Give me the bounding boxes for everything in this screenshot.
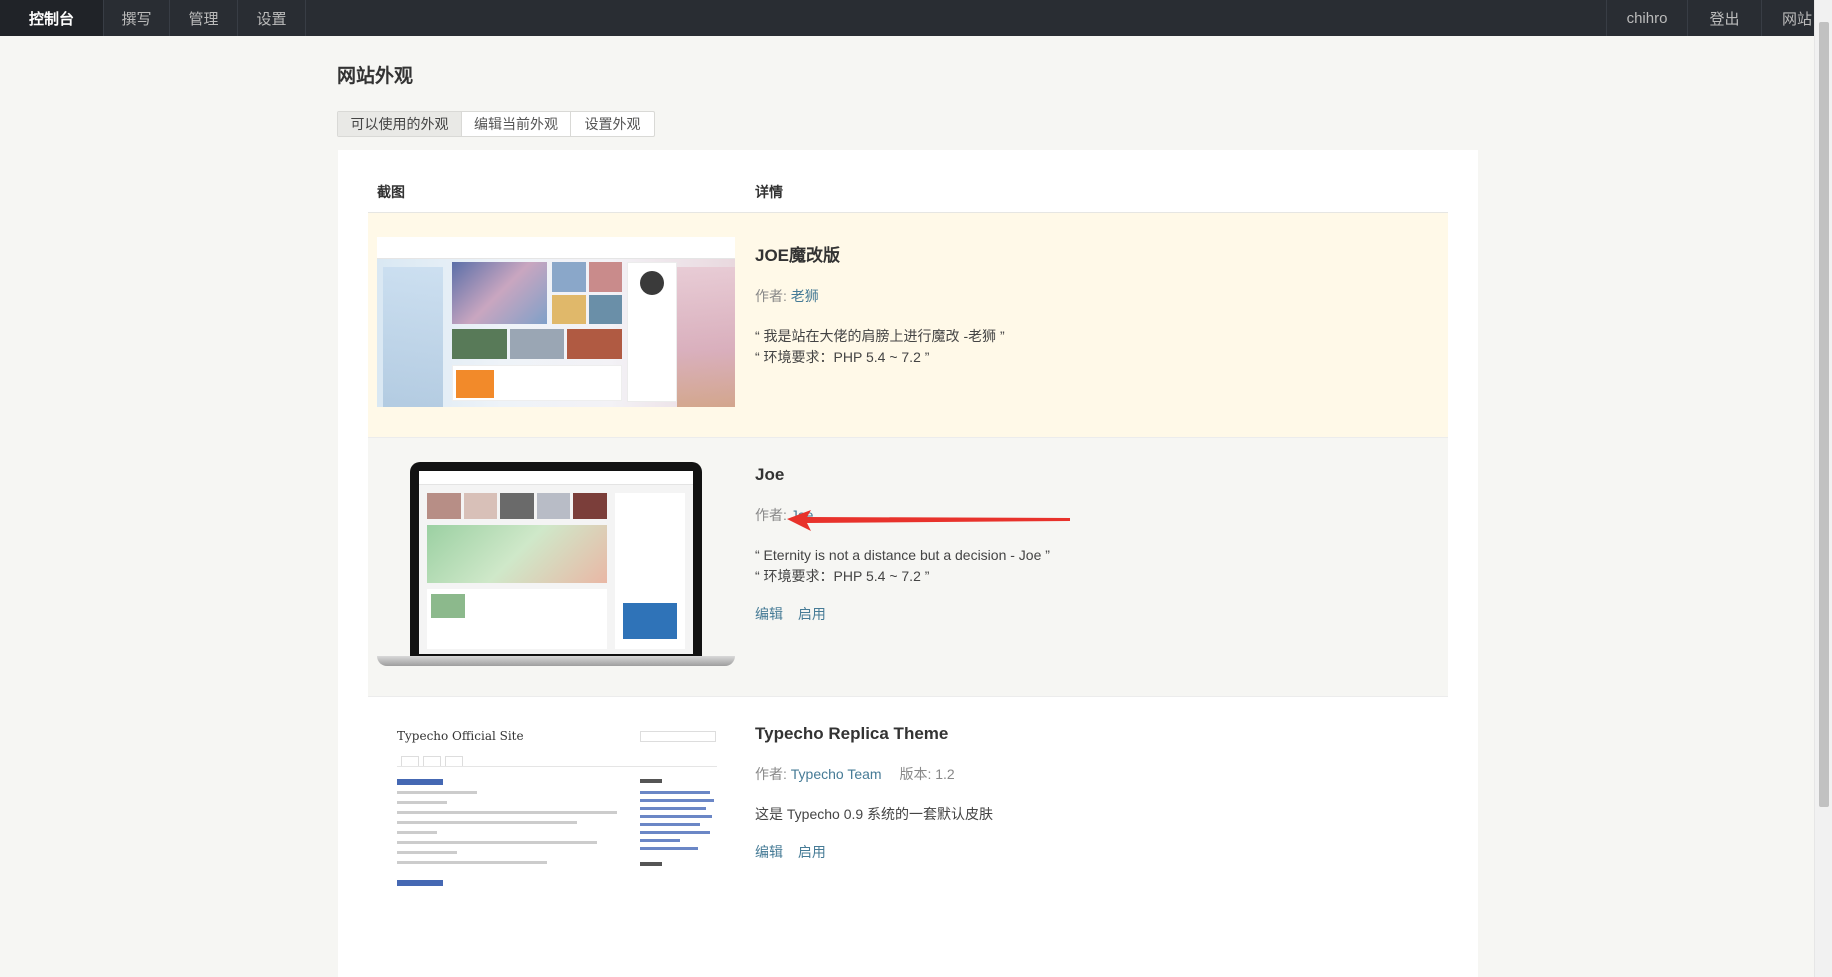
author-link[interactable]: Joe — [791, 507, 814, 523]
theme-row-current: JOE魔改版 作者: 老狮 “ 我是站在大佬的肩膀上进行魔改 -老狮 ” “ 环… — [368, 213, 1448, 437]
author-label: 作者: — [755, 766, 787, 782]
description-line: “ 我是站在大佬的肩膀上进行魔改 -老狮 ” — [755, 328, 1005, 344]
scrollbar-thumb[interactable] — [1819, 22, 1829, 807]
activate-theme-link[interactable]: 启用 — [798, 606, 826, 622]
theme-author: 作者: Joe — [755, 505, 1428, 525]
theme-author: 作者: Typecho Team 版本: 1.2 — [755, 764, 1428, 784]
themes-panel: 截图 详情 JOE魔改版 作者: 老狮 “ 我是站在大佬的肩膀上进行魔改 -老狮… — [338, 150, 1478, 977]
theme-row-joe: Joe 作者: Joe “ Eternity is not a distance… — [368, 437, 1448, 697]
theme-info: JOE魔改版 作者: 老狮 “ 我是站在大佬的肩膀上进行魔改 -老狮 ” “ 环… — [755, 241, 1428, 368]
theme-row-typecho-replica: Typecho Official Site Typecho Replica Th… — [368, 697, 1448, 977]
header-screenshot: 截图 — [377, 184, 405, 200]
nav-right: chihro 登出 网站 — [1606, 0, 1832, 36]
theme-name: JOE魔改版 — [755, 246, 841, 265]
description-line: 这是 Typecho 0.9 系统的一套默认皮肤 — [755, 806, 994, 822]
top-nav: 控制台 撰写 管理 设置 chihro 登出 网站 — [0, 0, 1832, 36]
nav-write[interactable]: 撰写 — [104, 0, 170, 36]
header-details: 详情 — [755, 184, 783, 200]
activate-theme-link[interactable]: 启用 — [798, 844, 826, 860]
preview-site-title: Typecho Official Site — [397, 729, 524, 743]
nav-settings[interactable]: 设置 — [238, 0, 306, 36]
appearance-tabs: 可以使用的外观 编辑当前外观 设置外观 — [337, 111, 655, 137]
theme-name: Typecho Replica Theme — [755, 724, 949, 743]
tab-edit-current-theme[interactable]: 编辑当前外观 — [462, 112, 571, 136]
nav-user[interactable]: chihro — [1606, 0, 1687, 36]
author-label: 作者: — [755, 507, 787, 523]
nav-dashboard[interactable]: 控制台 — [0, 0, 104, 36]
nav-left: 控制台 撰写 管理 设置 — [0, 0, 306, 36]
page-title: 网站外观 — [337, 66, 414, 87]
edit-theme-link[interactable]: 编辑 — [755, 606, 783, 622]
theme-version: 版本: 1.2 — [899, 766, 955, 782]
theme-screenshot: Typecho Official Site — [377, 721, 735, 951]
author-label: 作者: — [755, 288, 787, 304]
page-scrollbar[interactable] — [1814, 0, 1832, 977]
theme-description: “ Eternity is not a distance but a decis… — [755, 545, 1428, 587]
theme-author: 作者: 老狮 — [755, 286, 1428, 306]
description-line: “ Eternity is not a distance but a decis… — [755, 547, 1050, 563]
tab-available-themes[interactable]: 可以使用的外观 — [338, 112, 462, 136]
theme-description: “ 我是站在大佬的肩膀上进行魔改 -老狮 ” “ 环境要求：PHP 5.4 ~ … — [755, 326, 1428, 368]
nav-manage[interactable]: 管理 — [170, 0, 238, 36]
theme-actions: 编辑 启用 — [755, 604, 1428, 624]
typecho-replica-preview: Typecho Official Site — [377, 721, 735, 951]
theme-screenshot — [377, 237, 735, 407]
theme-description: 这是 Typecho 0.9 系统的一套默认皮肤 — [755, 804, 1428, 825]
joe-modified-preview — [377, 237, 735, 407]
description-line: “ 环境要求：PHP 5.4 ~ 7.2 ” — [755, 349, 930, 365]
theme-actions: 编辑 启用 — [755, 842, 1428, 862]
author-link[interactable]: Typecho Team — [791, 766, 882, 782]
table-header: 截图 详情 — [368, 150, 1448, 213]
theme-name: Joe — [755, 465, 785, 484]
description-line: “ 环境要求：PHP 5.4 ~ 7.2 ” — [755, 568, 930, 584]
tab-theme-settings[interactable]: 设置外观 — [571, 112, 654, 136]
theme-info: Typecho Replica Theme 作者: Typecho Team 版… — [755, 724, 1428, 862]
joe-laptop-preview — [377, 462, 735, 667]
nav-logout[interactable]: 登出 — [1687, 0, 1761, 36]
theme-info: Joe 作者: Joe “ Eternity is not a distance… — [755, 465, 1428, 624]
author-link[interactable]: 老狮 — [791, 288, 819, 304]
theme-screenshot — [377, 462, 735, 667]
edit-theme-link[interactable]: 编辑 — [755, 844, 783, 860]
